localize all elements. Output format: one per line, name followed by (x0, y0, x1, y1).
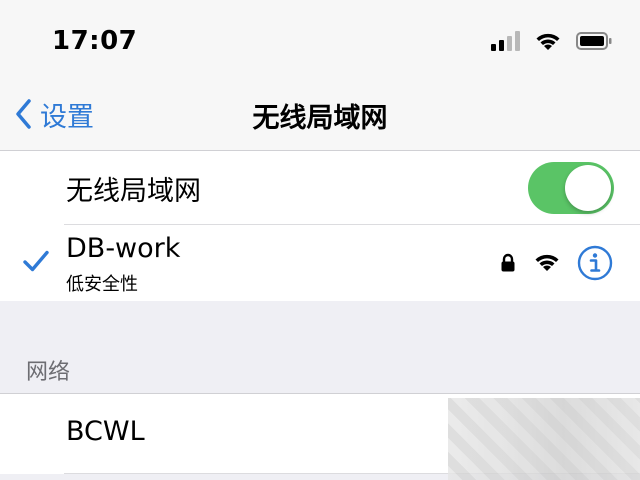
connected-network-name: DB-work (66, 233, 181, 264)
wifi-settings-screen: 17:07 设置 无线局域网 无线局域网 DB-work 低安全性 网络 BCW… (0, 0, 640, 480)
cellular-signal-icon (491, 31, 520, 51)
connected-network-row[interactable]: DB-work 低安全性 (0, 225, 640, 301)
wifi-toggle-label: 无线局域网 (66, 176, 201, 207)
network-list-item-name: BCWL (66, 416, 145, 447)
security-note: 低安全性 (66, 274, 138, 295)
watermark-overlay (448, 398, 640, 480)
networks-section-header: 网络 (26, 360, 71, 385)
checkmark-icon (23, 250, 49, 272)
battery-icon (576, 32, 612, 50)
wifi-toggle-switch[interactable] (528, 162, 614, 214)
status-bar: 17:07 (0, 0, 640, 80)
status-icons (491, 28, 612, 54)
wifi-icon (536, 33, 560, 50)
network-wifi-icon (535, 254, 559, 271)
navigation-bar: 设置 无线局域网 (0, 80, 640, 151)
wifi-group: 无线局域网 DB-work 低安全性 (0, 151, 640, 301)
lock-icon (501, 253, 515, 272)
info-icon[interactable] (577, 245, 613, 281)
page-title: 无线局域网 (252, 103, 388, 134)
status-time: 17:07 (52, 26, 138, 56)
toggle-knob (565, 165, 611, 211)
wifi-toggle-row: 无线局域网 (0, 151, 640, 225)
